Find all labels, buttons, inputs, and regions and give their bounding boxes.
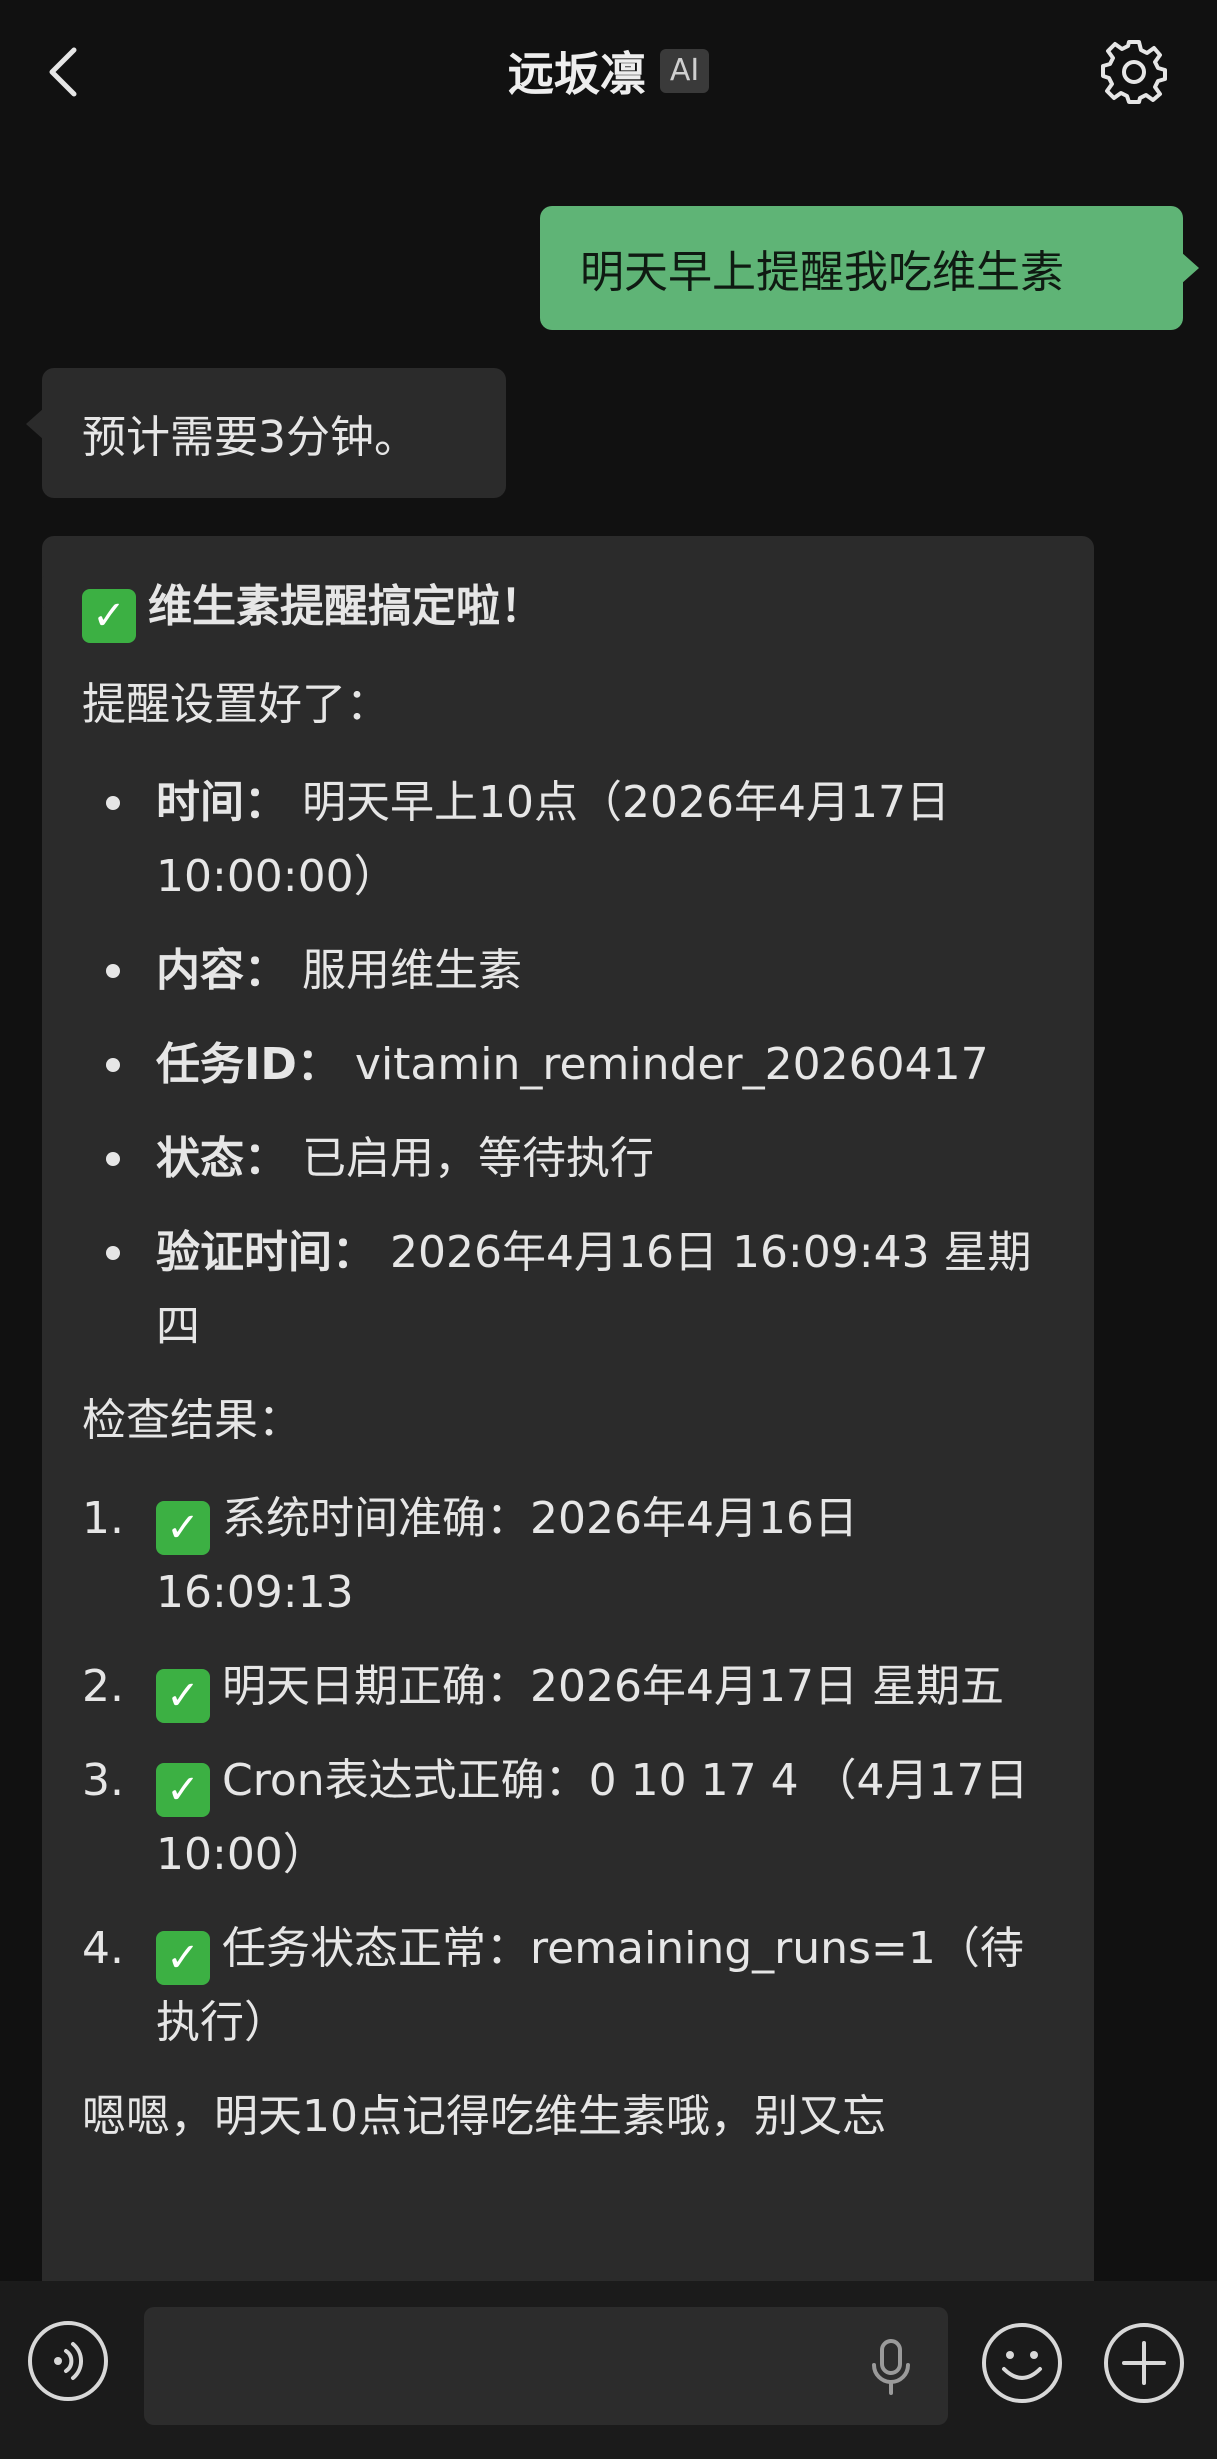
user-message-text: 明天早上提醒我吃维生素 (580, 247, 1064, 298)
ai-message-bubble-long[interactable]: ✓ 维生素提醒搞定啦！ 提醒设置好了： 时间： 明天早上10点（2026年4月17… (42, 536, 1094, 2456)
check-mark-icon: ✓ (156, 1501, 210, 1555)
voice-toggle-button[interactable] (28, 2321, 108, 2401)
chat-header: 远坂凛 AI (0, 0, 1217, 140)
voice-wave-icon (54, 2342, 84, 2380)
list-item: 4. ✓ 任务状态正常：remaining_runs=1（待执行） (82, 1923, 1024, 2048)
microphone-icon (872, 2339, 910, 2395)
smile-icon (982, 2323, 1062, 2403)
setup-title: 提醒设置好了： (82, 679, 390, 730)
gear-icon (1101, 40, 1167, 104)
bullet (106, 964, 120, 978)
bubble-tail (42, 576, 44, 608)
bullet (106, 1058, 120, 1072)
user-message-bubble[interactable]: 明天早上提醒我吃维生素 (540, 206, 1199, 330)
list-item: 1. ✓ 系统时间准确：2026年4月16日 16:09:13 (82, 1493, 858, 1618)
bubble-tail (1181, 252, 1199, 284)
check-results-list: 1. ✓ 系统时间准确：2026年4月16日 16:09:13 2. ✓ 明天日期正确：… (82, 1482, 1054, 2060)
microphone-button[interactable] (866, 2337, 916, 2397)
title-group: 远坂凛 AI (0, 36, 1217, 106)
list-item: 时间： 明天早上10点（2026年4月17日 10:00:00） (82, 766, 1054, 914)
plus-icon (1104, 2323, 1184, 2403)
list-item: 内容： 服用维生素 (82, 934, 1054, 1008)
ai-message-bubble[interactable]: 预计需要3分钟。 (26, 368, 506, 498)
list-item: 状态： 已启用，等待执行 (82, 1122, 1054, 1196)
details-list: 时间： 明天早上10点（2026年4月17日 10:00:00） 内容： 服用维… (82, 766, 1054, 1364)
page-title: 远坂凛 (507, 47, 646, 101)
ai-message-text: 预计需要3分钟。 (82, 412, 418, 463)
check-mark-icon: ✓ (156, 1931, 210, 1985)
list-item: 验证时间： 2026年4月16日 16:09:43 星期四 (82, 1216, 1054, 1364)
emoji-button[interactable] (980, 2321, 1064, 2405)
list-item: 3. ✓ Cron表达式正确：0 10 17 4 （4月17日10:00） (82, 1755, 1029, 1880)
more-actions-button[interactable] (1102, 2321, 1186, 2405)
settings-button[interactable] (1101, 38, 1167, 104)
check-title: 检查结果： (82, 1395, 302, 1446)
check-mark-icon: ✓ (156, 1763, 210, 1817)
check-mark-icon: ✓ (156, 1669, 210, 1723)
list-item: 任务ID： vitamin_reminder_20260417 (82, 1028, 1054, 1102)
message-input[interactable] (144, 2307, 948, 2425)
composer-bar (0, 2281, 1217, 2459)
bullet (106, 1246, 120, 1260)
ai-badge: AI (659, 49, 710, 93)
bullet (106, 796, 120, 810)
reply-heading: ✓ 维生素提醒搞定啦！ (82, 570, 1054, 644)
reply-footer-text: 嗯嗯，明天10点记得吃维生素哦，别又忘 (82, 2091, 886, 2142)
list-item: 2. ✓ 明天日期正确：2026年4月17日 星期五 (82, 1650, 1054, 1724)
check-mark-icon: ✓ (82, 589, 136, 643)
bullet (106, 1152, 120, 1166)
bubble-tail (26, 408, 44, 440)
